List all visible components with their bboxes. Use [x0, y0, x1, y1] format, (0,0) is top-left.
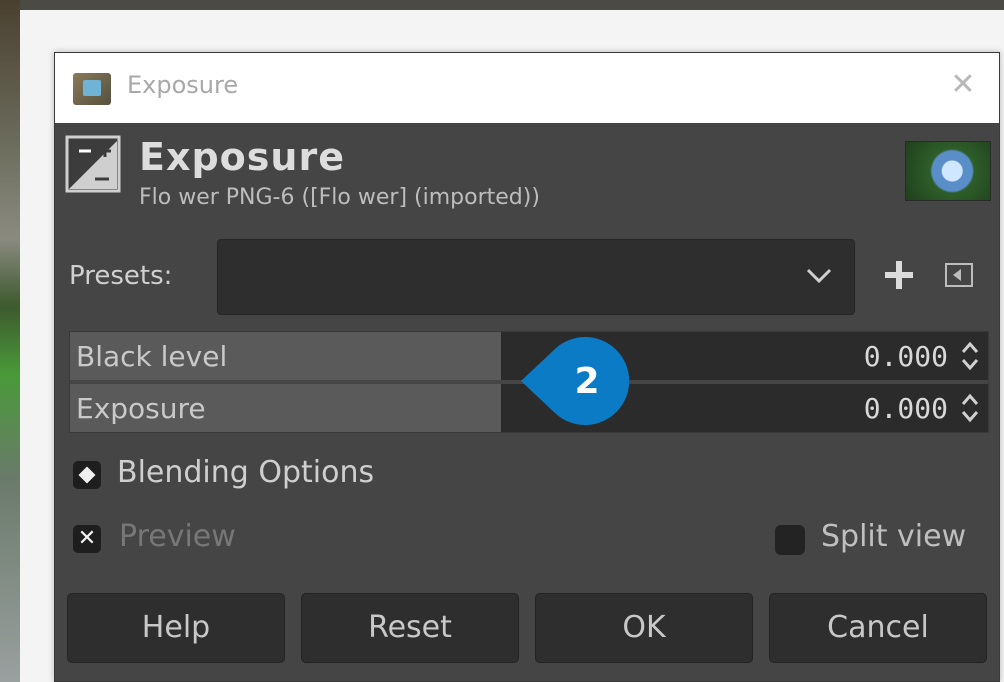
blending-options-label: Blending Options [117, 455, 375, 490]
help-button[interactable]: Help [67, 593, 285, 663]
options-row: ✕ Preview Split view [73, 517, 983, 563]
reset-button[interactable]: Reset [301, 593, 519, 663]
spin-arrows-icon[interactable] [958, 388, 982, 428]
ok-button[interactable]: OK [535, 593, 753, 663]
background-image-strip [0, 0, 20, 682]
presets-label: Presets: [69, 261, 173, 291]
split-view-label: Split view [821, 519, 967, 554]
callout-number: 2 [574, 361, 599, 402]
presets-row: Presets: [55, 239, 999, 315]
button-bar: Help Reset OK Cancel [67, 593, 989, 663]
window-title: Exposure [127, 71, 239, 99]
preview-checkbox[interactable]: ✕ [73, 525, 101, 553]
split-view-checkbox[interactable] [775, 525, 805, 555]
menu-icon[interactable] [943, 259, 975, 291]
image-thumbnail [905, 141, 991, 201]
app-icon [73, 73, 111, 105]
image-subtitle: Flo wer PNG-6 ([Flo wer] (imported)) [139, 185, 540, 210]
close-icon[interactable]: ✕ [945, 67, 981, 103]
dialog-header: Exposure Flo wer PNG-6 ([Flo wer] (impor… [55, 123, 999, 223]
expander-icon[interactable] [73, 461, 101, 489]
black-level-label: Black level [76, 340, 228, 373]
presets-dropdown[interactable] [217, 239, 855, 315]
background-top-band [20, 0, 1004, 10]
spin-arrows-icon[interactable] [958, 336, 982, 376]
exposure-value[interactable]: 0.000 [864, 392, 948, 425]
cancel-button[interactable]: Cancel [769, 593, 987, 663]
callout-marker: 2 [521, 337, 630, 425]
plus-icon[interactable] [881, 257, 917, 293]
black-level-value[interactable]: 0.000 [864, 340, 948, 373]
blending-options-row[interactable]: Blending Options [73, 453, 573, 499]
title-bar: Exposure ✕ [55, 53, 999, 123]
preview-label: Preview [119, 519, 236, 554]
exposure-label: Exposure [76, 392, 206, 425]
exposure-dialog: Exposure ✕ Exposure Flo wer PNG-6 ([Flo … [54, 52, 1000, 682]
exposure-tool-icon [65, 135, 121, 193]
dialog-heading: Exposure [139, 135, 345, 179]
chevron-down-icon [806, 268, 832, 284]
